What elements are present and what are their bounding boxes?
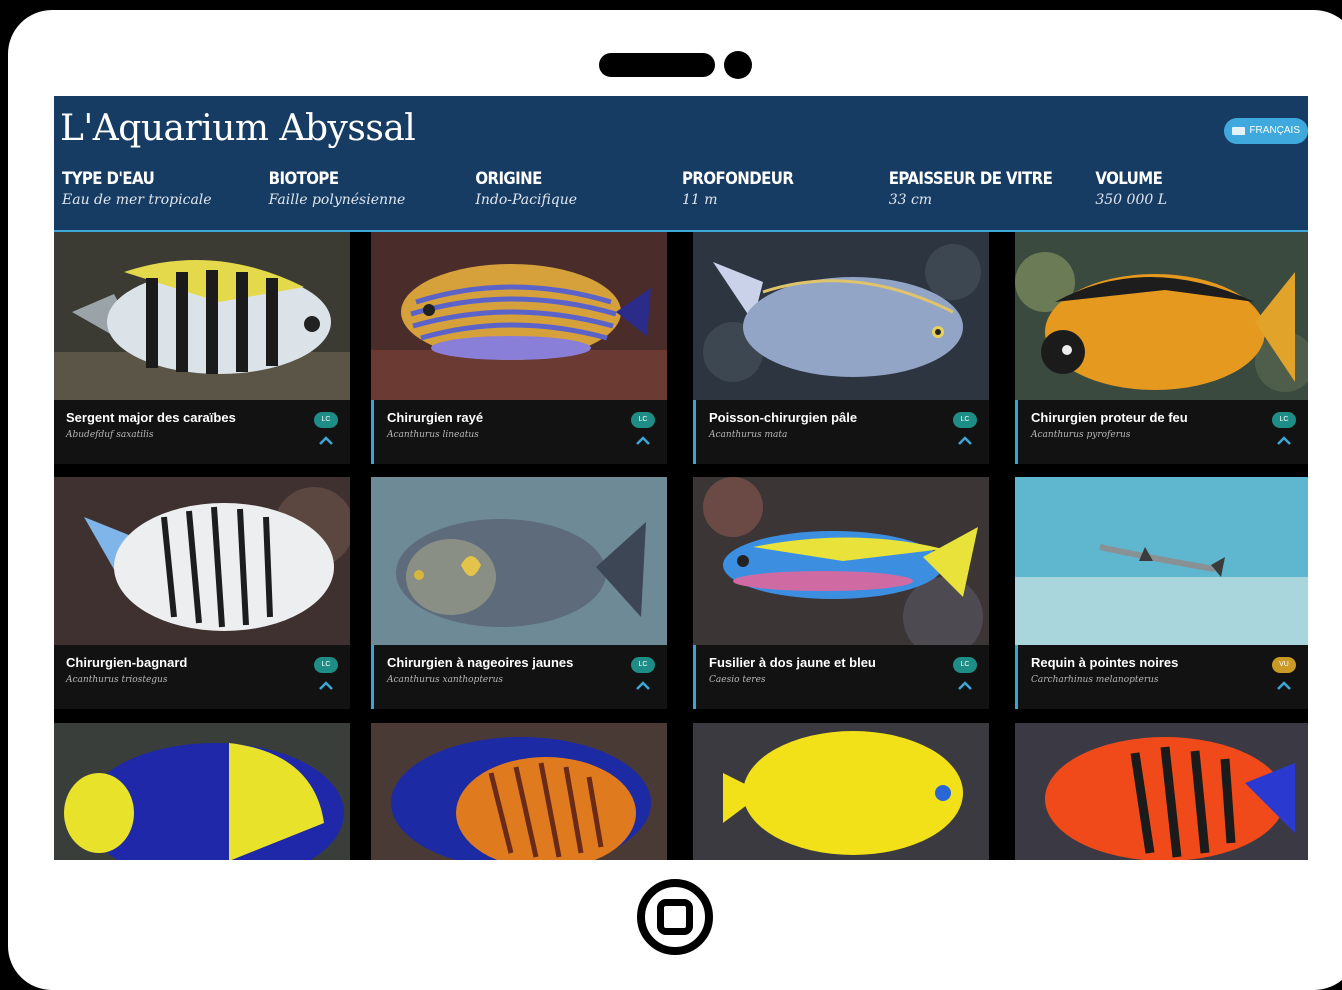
spec-value: Faille polynésienne	[268, 192, 406, 208]
spec-label: ORIGINE	[475, 168, 542, 189]
spec-value: 11 m	[682, 192, 718, 208]
spec-label: VOLUME	[1095, 168, 1163, 189]
spec-value: Indo-Pacifique	[475, 192, 578, 208]
spec-water-type: TYPE D'EAU Eau de mer tropicale	[62, 168, 269, 208]
fish-card[interactable]: Chirurgien rayé Acanthurus lineatus LC	[371, 232, 667, 464]
spec-value: 33 cm	[888, 192, 933, 208]
fish-scientific-name: Abudefduf saxatilis	[66, 430, 154, 440]
fish-common-name: Chirurgien-bagnard	[66, 655, 188, 670]
page-title: L'Aquarium Abyssal	[60, 108, 416, 149]
fish-caption: Poisson-chirurgien pâle Acanthurus mata …	[693, 400, 989, 464]
fish-photo	[54, 723, 350, 860]
fish-caption: Chirurgien à nageoires jaunes Acanthurus…	[371, 645, 667, 709]
status-badge: LC	[953, 657, 977, 673]
fish-caption: Requin à pointes noires Carcharhinus mel…	[1015, 645, 1308, 709]
chevron-up-icon[interactable]	[957, 436, 973, 446]
chevron-up-icon[interactable]	[635, 436, 651, 446]
fish-photo	[371, 723, 667, 860]
spec-label: BIOTOPE	[268, 168, 339, 189]
fish-photo	[693, 723, 989, 860]
fish-card[interactable]: Sergent major des caraïbes Abudefduf sax…	[54, 232, 350, 464]
chevron-up-icon[interactable]	[1276, 681, 1292, 691]
fish-scientific-name: Acanthurus pyroferus	[1031, 430, 1131, 440]
fish-caption: Fusilier à dos jaune et bleu Caesio tere…	[693, 645, 989, 709]
spec-volume: VOLUME 350 000 L	[1095, 168, 1302, 208]
spec-depth: PROFONDEUR 11 m	[682, 168, 889, 208]
fish-caption: Chirurgien proteur de feu Acanthurus pyr…	[1015, 400, 1308, 464]
status-badge: LC	[631, 412, 655, 428]
app-screen: L'Aquarium Abyssal FRANÇAIS TYPE D'EAU E…	[54, 96, 1308, 860]
spec-origin: ORIGINE Indo-Pacifique	[475, 168, 682, 208]
language-button[interactable]: FRANÇAIS	[1224, 118, 1308, 144]
spec-label: PROFONDEUR	[682, 168, 794, 189]
status-badge: LC	[314, 412, 338, 428]
fish-photo	[371, 232, 667, 400]
status-badge: LC	[953, 412, 977, 428]
fish-photo	[1015, 477, 1308, 645]
fish-scientific-name: Acanthurus triostegus	[66, 675, 168, 685]
chevron-up-icon[interactable]	[1276, 436, 1292, 446]
fish-card[interactable]	[1015, 723, 1308, 860]
fish-card[interactable]	[371, 723, 667, 860]
chevron-up-icon[interactable]	[957, 681, 973, 691]
fish-card[interactable]: Chirurgien à nageoires jaunes Acanthurus…	[371, 477, 667, 709]
fish-scientific-name: Acanthurus lineatus	[387, 430, 479, 440]
fish-common-name: Chirurgien rayé	[387, 410, 484, 425]
fish-card[interactable]	[54, 723, 350, 860]
home-button[interactable]	[637, 879, 713, 955]
fish-photo	[693, 477, 989, 645]
fish-card[interactable]: Chirurgien-bagnard Acanthurus triostegus…	[54, 477, 350, 709]
fish-caption: Chirurgien rayé Acanthurus lineatus LC	[371, 400, 667, 464]
tank-specs: TYPE D'EAU Eau de mer tropicale BIOTOPE …	[62, 168, 1302, 208]
spec-value: Eau de mer tropicale	[62, 192, 212, 208]
spec-glass-thickness: EPAISSEUR DE VITRE 33 cm	[889, 168, 1096, 208]
fish-scientific-name: Caesio teres	[709, 675, 766, 685]
speaker-slot	[599, 53, 715, 77]
fish-card[interactable]: Requin à pointes noires Carcharhinus mel…	[1015, 477, 1308, 709]
spec-label: TYPE D'EAU	[62, 168, 155, 189]
fish-caption: Sergent major des caraïbes Abudefduf sax…	[54, 400, 350, 464]
fish-card[interactable]	[693, 723, 989, 860]
fish-caption: Chirurgien-bagnard Acanthurus triostegus…	[54, 645, 350, 709]
spec-label: EPAISSEUR DE VITRE	[888, 168, 1053, 189]
fish-photo	[54, 477, 350, 645]
language-label: FRANÇAIS	[1249, 125, 1300, 136]
spec-biotope: BIOTOPE Faille polynésienne	[269, 168, 476, 208]
status-badge: LC	[631, 657, 655, 673]
fish-grid: Sergent major des caraïbes Abudefduf sax…	[54, 232, 1308, 860]
fish-card[interactable]: Fusilier à dos jaune et bleu Caesio tere…	[693, 477, 989, 709]
fish-photo	[1015, 723, 1308, 860]
status-badge: VU	[1272, 657, 1296, 673]
fish-scientific-name: Acanthurus xanthopterus	[387, 675, 503, 685]
spec-value: 350 000 L	[1095, 192, 1167, 208]
fish-photo	[1015, 232, 1308, 400]
fish-common-name: Sergent major des caraïbes	[66, 410, 236, 425]
camera-dot	[724, 51, 752, 79]
status-badge: LC	[1272, 412, 1296, 428]
fish-photo	[693, 232, 989, 400]
status-badge: LC	[314, 657, 338, 673]
fish-common-name: Chirurgien à nageoires jaunes	[387, 655, 574, 670]
fish-scientific-name: Carcharhinus melanopterus	[1031, 675, 1159, 685]
fish-common-name: Fusilier à dos jaune et bleu	[709, 655, 876, 670]
page-header: L'Aquarium Abyssal FRANÇAIS TYPE D'EAU E…	[54, 96, 1308, 232]
fish-card[interactable]: Chirurgien proteur de feu Acanthurus pyr…	[1015, 232, 1308, 464]
chevron-up-icon[interactable]	[318, 436, 334, 446]
chevron-up-icon[interactable]	[318, 681, 334, 691]
fish-photo	[371, 477, 667, 645]
fish-common-name: Chirurgien proteur de feu	[1031, 410, 1188, 425]
fish-card[interactable]: Poisson-chirurgien pâle Acanthurus mata …	[693, 232, 989, 464]
flag-icon	[1232, 127, 1246, 135]
fish-common-name: Poisson-chirurgien pâle	[709, 410, 858, 425]
fish-common-name: Requin à pointes noires	[1031, 655, 1179, 670]
fish-scientific-name: Acanthurus mata	[709, 430, 788, 440]
chevron-up-icon[interactable]	[635, 681, 651, 691]
fish-photo	[54, 232, 350, 400]
